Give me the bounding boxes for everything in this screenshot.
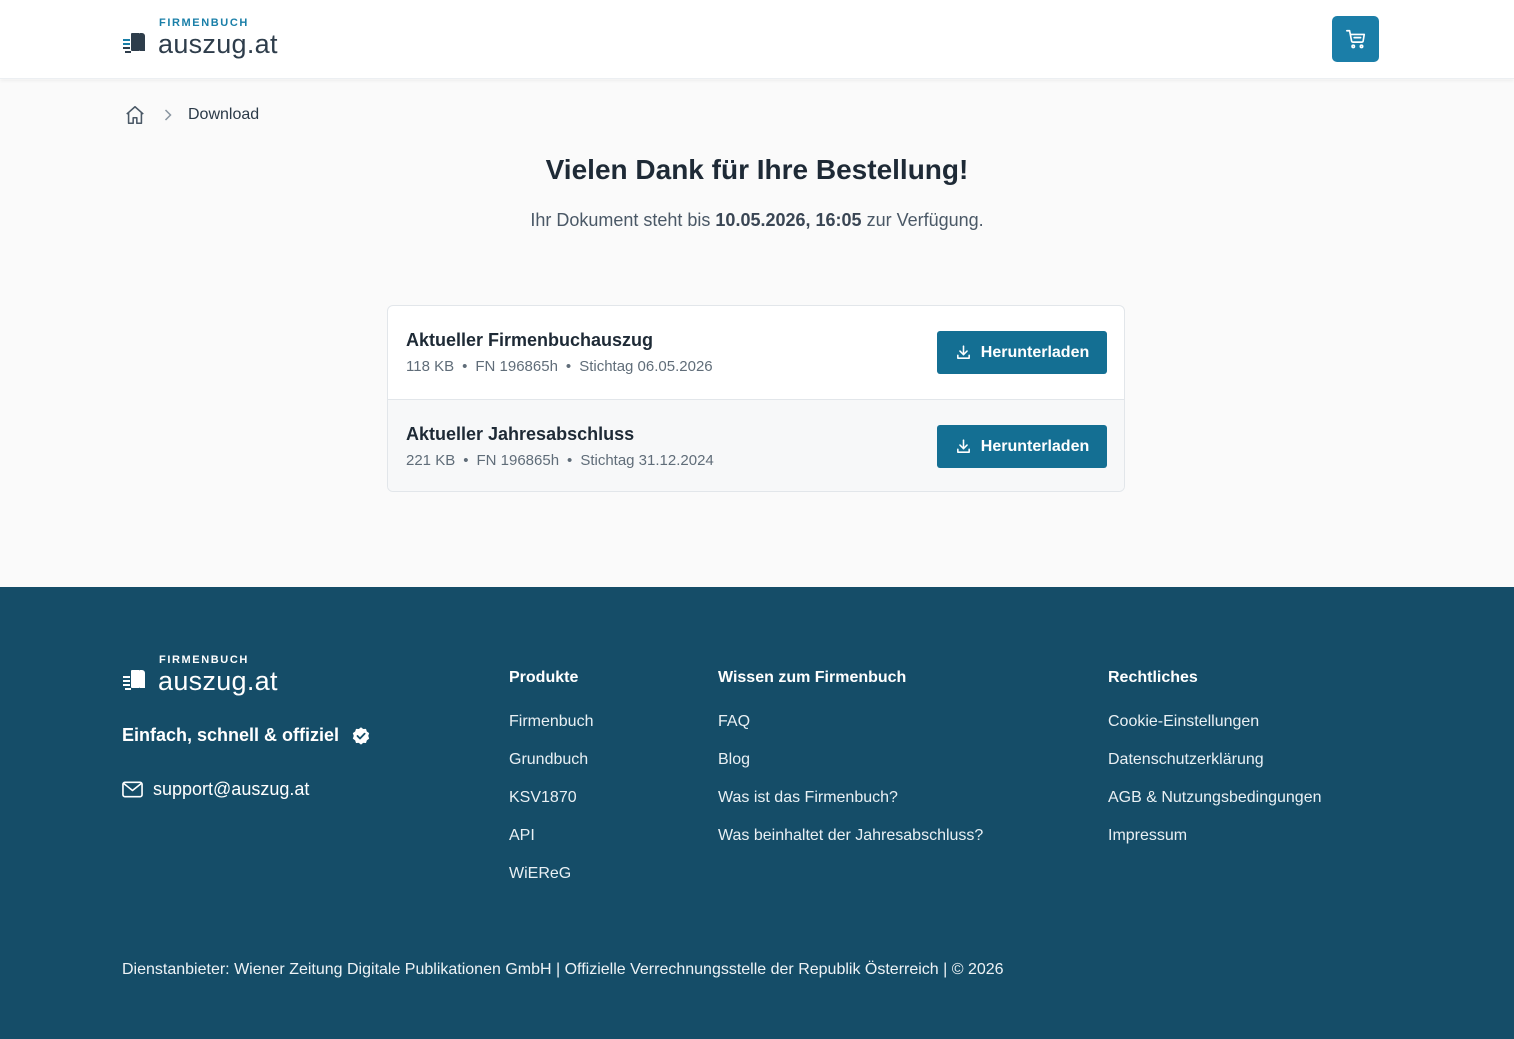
footer-link-cookie-einstellungen[interactable]: Cookie-Einstellungen (1108, 713, 1321, 751)
breadcrumb-current: Download (188, 106, 260, 123)
page-title: Vielen Dank für Ihre Bestellung! (545, 154, 969, 185)
footer-link-blog[interactable]: Blog (718, 751, 983, 789)
support-email-link[interactable]: support@auszug.at (122, 779, 309, 800)
download-button[interactable]: Herunterladen (937, 331, 1107, 374)
footer-legal-text: Dienstanbieter: Wiener Zeitung Digitale … (122, 961, 1004, 978)
download-icon (956, 345, 970, 359)
site-logo[interactable]: FIRMENBUCH auszug.at (122, 18, 278, 58)
logo-small-text: FIRMENBUCH (159, 17, 249, 29)
logo-icon (123, 670, 145, 690)
document-size: 118 KB (406, 358, 455, 375)
download-button-label: Herunterladen (980, 437, 1090, 455)
document-stichtag: Stichtag 06.05.2026 (579, 358, 713, 375)
footer-column-produkte: Produkte Firmenbuch Grundbuch KSV1870 AP… (509, 669, 593, 903)
logo-big-text: auszug.at (158, 29, 278, 59)
home-icon[interactable] (124, 104, 146, 126)
main-content: Download Vielen Dank für Ihre Bestellung… (0, 80, 1514, 587)
cart-button[interactable] (1332, 16, 1379, 62)
logo-small-text: FIRMENBUCH (159, 654, 249, 666)
download-button[interactable]: Herunterladen (937, 425, 1107, 468)
footer-logo[interactable]: FIRMENBUCH auszug.at (122, 655, 278, 695)
footer-link-ksv1870[interactable]: KSV1870 (509, 789, 593, 827)
breadcrumb: Download (124, 104, 259, 126)
download-button-label: Herunterladen (980, 343, 1090, 361)
download-icon (956, 439, 970, 453)
document-fn: FN 196865h (475, 358, 558, 375)
footer-link-datenschutz[interactable]: Datenschutzerklärung (1108, 751, 1321, 789)
footer-link-api[interactable]: API (509, 827, 593, 865)
footer-tagline: Einfach, schnell & offiziel (122, 725, 371, 746)
footer-link-wiereg[interactable]: WiEReG (509, 865, 593, 903)
tagline-text: Einfach, schnell & offiziel (122, 725, 340, 745)
footer-link-faq[interactable]: FAQ (718, 713, 983, 751)
footer-link-grundbuch[interactable]: Grundbuch (509, 751, 593, 789)
footer-link-was-ist-firmenbuch[interactable]: Was ist das Firmenbuch? (718, 789, 983, 827)
support-email: support@auszug.at (153, 779, 310, 799)
availability-suffix: zur Verfügung. (861, 210, 984, 230)
availability-text: Ihr Dokument steht bis 10.05.2026, 16:05… (0, 210, 1514, 231)
document-row: Aktueller Firmenbuchauszug 118 KB • FN 196… (388, 306, 1124, 399)
document-stichtag: Stichtag 31.12.2024 (580, 452, 714, 469)
availability-prefix: Ihr Dokument steht bis (530, 210, 716, 230)
document-list: Aktueller Firmenbuchauszug 118 KB • FN 196… (387, 305, 1125, 492)
footer-column-heading: Produkte (509, 669, 579, 686)
verified-badge-icon (351, 726, 371, 746)
site-footer: FIRMENBUCH auszug.at Einfach, schnell & … (0, 587, 1514, 1039)
footer-column-heading: Wissen zum Firmenbuch (718, 669, 907, 686)
logo-big-text: auszug.at (158, 666, 278, 696)
footer-link-impressum[interactable]: Impressum (1108, 827, 1321, 865)
footer-link-firmenbuch[interactable]: Firmenbuch (509, 713, 593, 751)
footer-column-heading: Rechtliches (1108, 669, 1198, 686)
logo-icon (123, 33, 145, 53)
chevron-right-icon (164, 109, 172, 121)
site-header: FIRMENBUCH auszug.at (0, 0, 1514, 79)
shopping-cart-icon (1345, 29, 1365, 49)
footer-column-rechtliches: Rechtliches Cookie-Einstellungen Datensc… (1108, 669, 1321, 865)
availability-date: 10.05.2026, 16:05 (715, 210, 862, 230)
document-size: 221 KB (406, 452, 456, 469)
footer-column-wissen: Wissen zum Firmenbuch FAQ Blog Was ist d… (718, 669, 983, 865)
document-fn: FN 196865h (476, 452, 560, 469)
document-row: Aktueller Jahresabschluss 221 KB • FN 1968… (388, 399, 1124, 491)
mail-icon (122, 781, 143, 798)
footer-link-was-beinhaltet-jahresabschluss[interactable]: Was beinhaltet der Jahresabschluss? (718, 827, 983, 865)
footer-link-agb[interactable]: AGB & Nutzungsbedingungen (1108, 789, 1321, 827)
